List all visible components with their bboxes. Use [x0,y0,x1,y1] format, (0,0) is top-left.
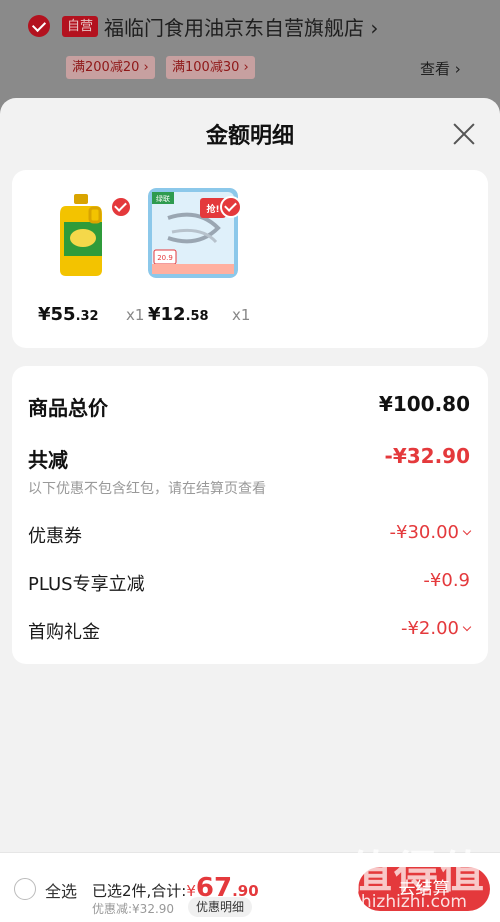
self-operated-badge: 自营 [62,16,99,37]
plus-reduce-label: PLUS专享立减 [28,574,145,595]
svg-text:抢!: 抢! [206,203,219,215]
total-reduce-value: -¥32.90 [384,444,470,468]
total-price-label: 商品总价 [28,396,108,420]
chevron-down-icon [462,526,472,536]
discount-detail-button[interactable]: 优惠明细 [188,897,253,917]
product-item-cable[interactable]: 绿联 抢! 20.9 ¥12.58 x1 [148,188,268,338]
shop-checkbox-icon[interactable] [28,15,50,37]
product-price: ¥55.32 [38,304,99,325]
reduce-note: 以下优惠不包含红包，请在结算页查看 [28,481,266,497]
watermark-url: zhizhizhi.com [352,892,467,912]
amount-detail-card: 商品总价 ¥100.80 共减 -¥32.90 以下优惠不包含红包，请在结算页查… [12,366,488,664]
discount-summary: 优惠减:¥32.90 [92,902,175,916]
total-price-value: ¥100.80 [378,392,470,416]
close-icon[interactable] [450,120,478,148]
coupon-value[interactable]: -¥30.00 [390,522,472,543]
product-price: ¥12.58 [148,304,209,325]
coupon-tag-200[interactable]: 满200减20 › [66,56,155,79]
select-all-checkbox[interactable] [14,878,36,900]
chevron-down-icon [462,622,472,632]
product-item-oil[interactable]: ¥55.32 x1 [38,188,158,338]
select-all-label[interactable]: 全选 [45,878,77,902]
amount-detail-sheet: 金额明细 ¥55.32 x1 绿联 抢! 20.9 ¥12.58 x1 商品总价… [0,98,500,922]
first-purchase-gift-value[interactable]: -¥2.00 [401,618,472,639]
view-link[interactable]: 查看 › [420,58,461,79]
sheet-title: 金额明细 [205,124,294,149]
product-quantity: x1 [232,306,251,324]
product-card: ¥55.32 x1 绿联 抢! 20.9 ¥12.58 x1 [12,170,488,348]
product-check-icon [220,196,242,218]
first-purchase-gift-label: 首购礼金 [28,622,100,643]
coupon-label: 优惠券 [28,526,82,547]
total-reduce-label: 共减 [28,448,68,472]
product-check-icon [110,196,132,218]
svg-text:绿联: 绿联 [156,194,170,203]
plus-reduce-value: -¥0.9 [423,570,470,591]
watermark-logo: 值得值 [348,847,486,898]
svg-text:20.9: 20.9 [157,254,173,262]
product-quantity: x1 [126,306,145,324]
shop-name[interactable]: 福临门食用油京东自营旗舰店 › [104,12,378,41]
coupon-tag-100[interactable]: 满100减30 › [166,56,255,79]
